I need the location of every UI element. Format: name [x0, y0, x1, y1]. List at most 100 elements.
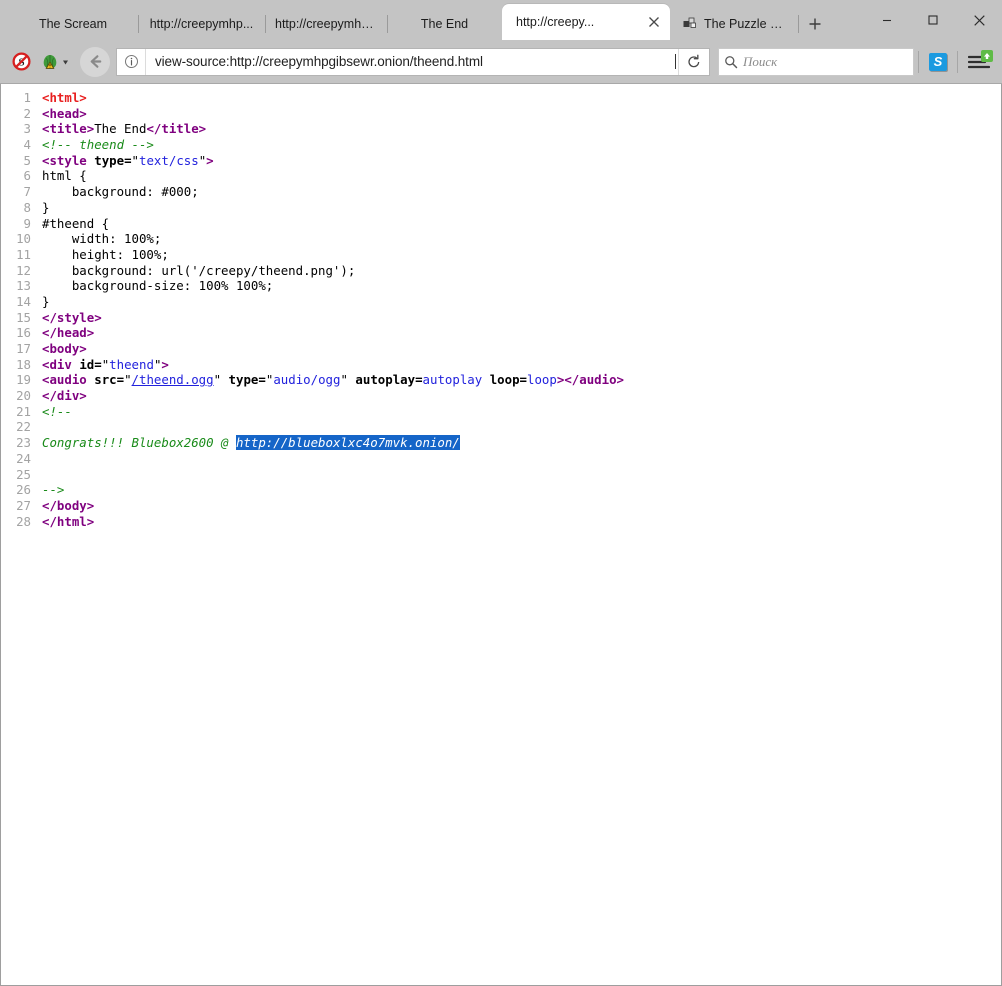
- source-line: 1<html>: [1, 90, 1001, 106]
- line-number: 6: [1, 168, 31, 184]
- source-text: ": [124, 372, 131, 387]
- source-line: 5<style type="text/css">: [1, 153, 1001, 169]
- source-tag: </head>: [42, 325, 94, 340]
- source-comment: <!-- theend -->: [42, 137, 154, 152]
- toolbar-divider: [918, 51, 919, 73]
- line-number: 28: [1, 514, 31, 530]
- line-number: 15: [1, 310, 31, 326]
- tab-label: http://creepymhp...: [150, 17, 254, 31]
- source-text: ": [214, 372, 221, 387]
- source-line: 22: [1, 419, 1001, 435]
- tab-creepymhp-2[interactable]: http://creepymhp...: [265, 8, 387, 40]
- line-number: 23: [1, 435, 31, 451]
- noscript-icon[interactable]: S: [6, 47, 36, 77]
- tab-strip: The Scream http://creepymhp... http://cr…: [0, 0, 1002, 40]
- source-tag: </html>: [42, 514, 94, 529]
- back-button[interactable]: [80, 47, 110, 77]
- tab-the-end[interactable]: The End: [387, 8, 502, 40]
- maximize-button[interactable]: [910, 4, 956, 36]
- source-value: autoplay: [423, 372, 483, 387]
- source-link[interactable]: /theend.ogg: [132, 372, 214, 387]
- source-attribute: type=: [94, 153, 131, 168]
- url-text[interactable]: view-source:http://creepymhpgibsewr.onio…: [146, 54, 675, 69]
- source-line: 11 height: 100%;: [1, 247, 1001, 263]
- source-text: background: url('/creepy/theend.png');: [42, 263, 355, 278]
- source-tag: </div>: [42, 388, 87, 403]
- tab-the-scream[interactable]: The Scream: [8, 8, 138, 40]
- search-input[interactable]: Поиск: [743, 54, 777, 70]
- line-number: 1: [1, 90, 31, 106]
- skype-label: S: [929, 53, 947, 71]
- source-tag: <body>: [42, 341, 87, 356]
- source-value: audio/ogg: [273, 372, 340, 387]
- line-number: 25: [1, 467, 31, 483]
- search-box[interactable]: Поиск: [718, 48, 914, 76]
- view-source-pane[interactable]: 1<html>2<head>3<title>The End</title>4<!…: [0, 84, 1002, 986]
- address-bar[interactable]: view-source:http://creepymhpgibsewr.onio…: [116, 48, 710, 76]
- line-number: 16: [1, 325, 31, 341]
- new-tab-button[interactable]: [798, 8, 832, 40]
- tab-label: http://creepymhp...: [275, 17, 377, 31]
- selected-url-text: http://blueboxlxc4o7mvk.onion/: [236, 435, 460, 450]
- info-icon[interactable]: [117, 49, 146, 75]
- source-line: 19<audio src="/theend.ogg" type="audio/o…: [1, 372, 1001, 388]
- source-text: [482, 372, 489, 387]
- source-tag: <head>: [42, 106, 87, 121]
- tor-onion-icon[interactable]: [36, 47, 76, 77]
- line-number: 5: [1, 153, 31, 169]
- source-line: 25: [1, 467, 1001, 483]
- tab-creepymhp-1[interactable]: http://creepymhp...: [138, 8, 265, 40]
- line-number: 3: [1, 121, 31, 137]
- source-text: ": [132, 153, 139, 168]
- line-number: 19: [1, 372, 31, 388]
- source-line: 10 width: 100%;: [1, 231, 1001, 247]
- source-code-listing: 1<html>2<head>3<title>The End</title>4<!…: [1, 84, 1001, 529]
- line-number: 17: [1, 341, 31, 357]
- line-number: 18: [1, 357, 31, 373]
- source-line: 16 </head>: [1, 325, 1001, 341]
- line-number: 14: [1, 294, 31, 310]
- line-number: 12: [1, 263, 31, 279]
- source-text: }: [42, 294, 49, 309]
- source-attribute: autoplay=: [355, 372, 422, 387]
- back-arrow-icon: [87, 53, 104, 70]
- tab-list: The Scream http://creepymhp... http://cr…: [8, 0, 832, 40]
- tab-active-creepy-viewsource[interactable]: http://creepy...: [502, 4, 670, 40]
- source-line: 4<!-- theend -->: [1, 137, 1001, 153]
- tab-the-puzzle-master[interactable]: The Puzzle Ma...: [670, 8, 796, 40]
- hamburger-menu-icon[interactable]: [962, 47, 996, 77]
- source-text: }: [42, 200, 49, 215]
- tab-label: http://creepy...: [516, 15, 594, 29]
- close-icon[interactable]: [644, 12, 664, 32]
- plus-icon: [808, 17, 822, 31]
- line-number: 9: [1, 216, 31, 232]
- line-number: 8: [1, 200, 31, 216]
- source-line: 20</div>: [1, 388, 1001, 404]
- line-number: 26: [1, 482, 31, 498]
- source-value: loop: [527, 372, 557, 387]
- line-number: 2: [1, 106, 31, 122]
- reload-button[interactable]: [678, 49, 709, 75]
- source-line: 8}: [1, 200, 1001, 216]
- source-text: html {: [42, 168, 87, 183]
- source-attribute: type=: [229, 372, 266, 387]
- line-number: 10: [1, 231, 31, 247]
- source-text: The End: [94, 121, 146, 136]
- source-line: 21<!--: [1, 404, 1001, 420]
- source-tag: <style: [42, 153, 87, 168]
- source-text: [221, 372, 228, 387]
- source-text: background-size: 100% 100%;: [42, 278, 273, 293]
- source-attribute: src=: [94, 372, 124, 387]
- source-value: theend: [109, 357, 154, 372]
- skype-icon[interactable]: S: [923, 47, 953, 77]
- close-button[interactable]: [956, 4, 1002, 36]
- source-text: height: 100%;: [42, 247, 169, 262]
- tab-separator: [265, 15, 266, 33]
- line-number: 21: [1, 404, 31, 420]
- update-arrow-icon: [981, 50, 993, 62]
- source-line: 18<div id="theend">: [1, 357, 1001, 373]
- minimize-button[interactable]: [864, 4, 910, 36]
- source-tag: <title>: [42, 121, 94, 136]
- text-caret: [675, 54, 676, 69]
- tab-separator: [387, 15, 388, 33]
